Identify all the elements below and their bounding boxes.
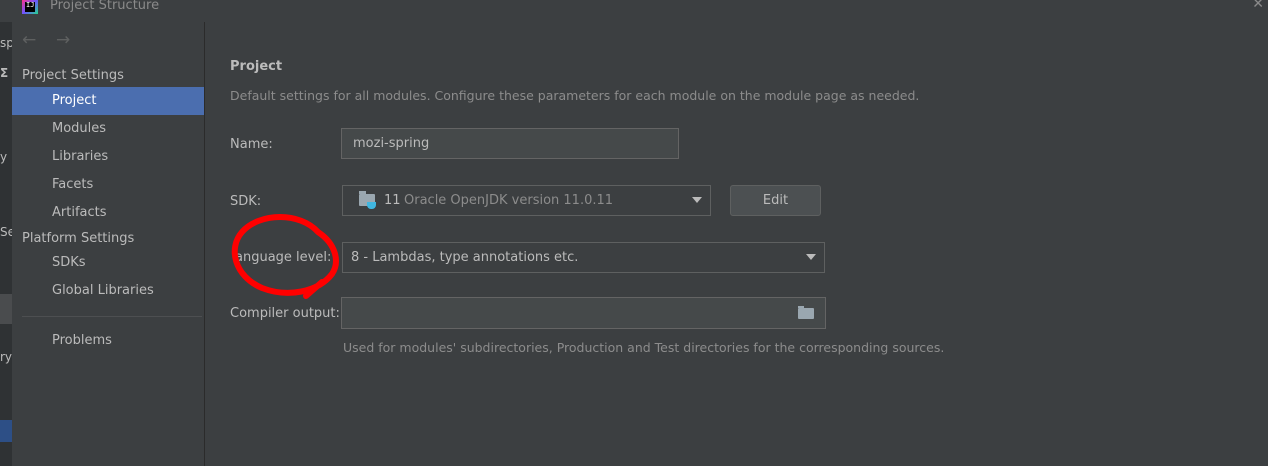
compiler-output-input[interactable]	[341, 297, 826, 329]
background-text-fragment: y	[0, 150, 8, 164]
project-name-input[interactable]: mozi-spring	[341, 128, 679, 159]
sidebar-item-label: Facets	[52, 177, 94, 192]
language-level-label: anguage level:	[235, 250, 332, 265]
sidebar: ← → Project Settings Project Modules Lib…	[12, 22, 204, 466]
sidebar-item-libraries[interactable]: Libraries	[12, 143, 204, 171]
sidebar-item-label: SDKs	[52, 255, 86, 270]
close-icon[interactable]: ✕	[1252, 0, 1264, 12]
sidebar-separator	[22, 316, 202, 317]
intellij-app-icon: IJ	[22, 0, 38, 14]
name-label: Name:	[230, 137, 273, 152]
language-level-dropdown[interactable]: 8 - Lambdas, type annotations etc.	[342, 242, 825, 273]
page-description: Default settings for all modules. Config…	[230, 88, 920, 103]
sdk-dropdown[interactable]: 11 Oracle OpenJDK version 11.0.11	[342, 185, 711, 216]
edit-sdk-button[interactable]: Edit	[730, 185, 821, 216]
sidebar-item-label: Modules	[52, 121, 107, 136]
sidebar-item-label: Libraries	[52, 149, 109, 164]
compiler-output-label: Compiler output:	[230, 306, 340, 321]
group-label-project-settings: Project Settings	[22, 68, 124, 83]
dropdown-arrow-icon	[692, 197, 702, 203]
sidebar-item-label: Problems	[52, 333, 112, 348]
sdk-version: 11	[384, 193, 401, 208]
group-label-platform-settings: Platform Settings	[22, 231, 135, 246]
dropdown-arrow-icon	[806, 254, 816, 260]
sidebar-item-modules[interactable]: Modules	[12, 115, 204, 143]
sidebar-item-project[interactable]: Project	[12, 87, 204, 115]
background-text-fragment: Σ	[0, 66, 9, 80]
browse-folder-icon[interactable]	[798, 306, 814, 319]
project-settings-panel: Project Default settings for all modules…	[205, 22, 1268, 466]
back-arrow-icon[interactable]: ←	[22, 30, 36, 50]
background-block	[0, 294, 12, 324]
sdk-label: SDK:	[230, 194, 262, 209]
language-level-value: 8 - Lambdas, type annotations etc.	[351, 250, 579, 265]
sidebar-item-label: Global Libraries	[52, 283, 154, 298]
page-title: Project	[230, 59, 283, 74]
sidebar-item-artifacts[interactable]: Artifacts	[12, 199, 204, 227]
sidebar-item-label: Artifacts	[52, 205, 107, 220]
jdk-icon	[367, 202, 376, 209]
window-title: Project Structure	[50, 0, 160, 13]
sidebar-item-sdks[interactable]: SDKs	[12, 249, 204, 277]
sidebar-item-label: Project	[52, 93, 97, 108]
compiler-output-hint: Used for modules' subdirectories, Produc…	[343, 340, 945, 355]
sdk-description: Oracle OpenJDK version 11.0.11	[404, 193, 614, 208]
background-block	[0, 420, 12, 442]
sidebar-item-problems[interactable]: Problems	[12, 327, 204, 355]
sidebar-item-global-libraries[interactable]: Global Libraries	[12, 277, 204, 305]
title-bar: IJ Project Structure ✕	[0, 0, 1268, 23]
forward-arrow-icon[interactable]: →	[56, 30, 70, 50]
background-text-fragment: ry	[0, 350, 13, 364]
sidebar-item-facets[interactable]: Facets	[12, 171, 204, 199]
